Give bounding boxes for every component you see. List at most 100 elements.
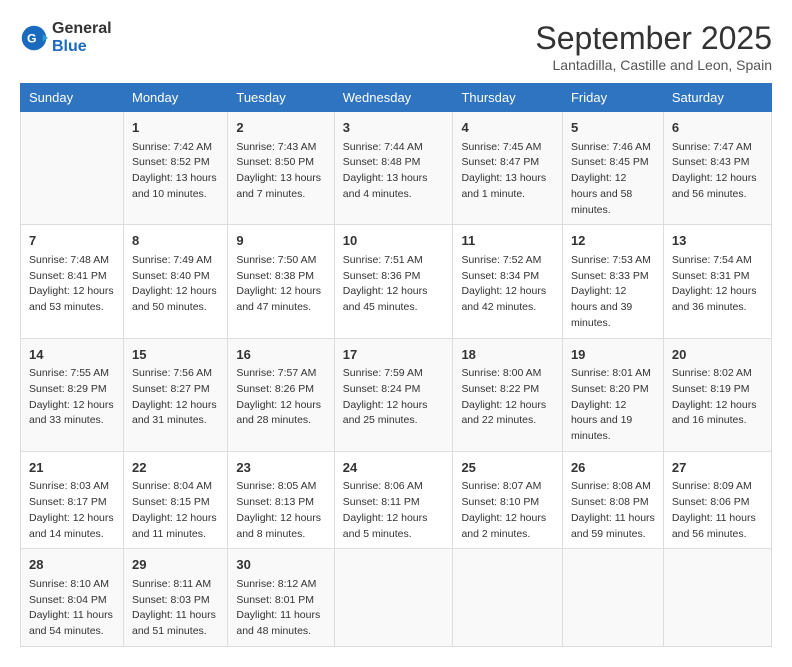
cell-content: Sunrise: 8:03 AMSunset: 8:17 PMDaylight:…	[29, 479, 115, 542]
daylight-text: Daylight: 12 hours and 47 minutes.	[236, 284, 325, 316]
calendar-cell: 9Sunrise: 7:50 AMSunset: 8:38 PMDaylight…	[228, 225, 334, 338]
header-tuesday: Tuesday	[228, 84, 334, 112]
daylight-text: Daylight: 12 hours and 2 minutes.	[461, 511, 554, 543]
sunset-text: Sunset: 8:11 PM	[343, 495, 445, 511]
day-number: 18	[461, 345, 554, 365]
daylight-text: Daylight: 12 hours and 19 minutes.	[571, 398, 655, 445]
calendar-cell: 28Sunrise: 8:10 AMSunset: 8:04 PMDayligh…	[21, 549, 124, 647]
calendar-cell: 4Sunrise: 7:45 AMSunset: 8:47 PMDaylight…	[453, 112, 563, 225]
daylight-text: Daylight: 12 hours and 16 minutes.	[672, 398, 763, 430]
calendar-header-row: SundayMondayTuesdayWednesdayThursdayFrid…	[21, 84, 772, 112]
calendar-cell: 12Sunrise: 7:53 AMSunset: 8:33 PMDayligh…	[562, 225, 663, 338]
day-number: 1	[132, 118, 219, 138]
calendar-cell: 14Sunrise: 7:55 AMSunset: 8:29 PMDayligh…	[21, 338, 124, 451]
daylight-text: Daylight: 12 hours and 53 minutes.	[29, 284, 115, 316]
calendar-cell: 24Sunrise: 8:06 AMSunset: 8:11 PMDayligh…	[334, 451, 453, 549]
day-number: 2	[236, 118, 325, 138]
svg-text:G: G	[27, 31, 37, 45]
day-number: 10	[343, 231, 445, 251]
daylight-text: Daylight: 11 hours and 54 minutes.	[29, 608, 115, 640]
day-number: 25	[461, 458, 554, 478]
cell-content: Sunrise: 7:42 AMSunset: 8:52 PMDaylight:…	[132, 140, 219, 203]
sunset-text: Sunset: 8:17 PM	[29, 495, 115, 511]
calendar-cell: 25Sunrise: 8:07 AMSunset: 8:10 PMDayligh…	[453, 451, 563, 549]
cell-content: Sunrise: 8:00 AMSunset: 8:22 PMDaylight:…	[461, 366, 554, 429]
calendar-cell: 17Sunrise: 7:59 AMSunset: 8:24 PMDayligh…	[334, 338, 453, 451]
day-number: 30	[236, 555, 325, 575]
sunrise-text: Sunrise: 8:03 AM	[29, 479, 115, 495]
calendar-cell: 2Sunrise: 7:43 AMSunset: 8:50 PMDaylight…	[228, 112, 334, 225]
cell-content: Sunrise: 7:53 AMSunset: 8:33 PMDaylight:…	[571, 253, 655, 332]
calendar-cell	[562, 549, 663, 647]
sunrise-text: Sunrise: 7:43 AM	[236, 140, 325, 156]
day-number: 3	[343, 118, 445, 138]
sunrise-text: Sunrise: 8:10 AM	[29, 577, 115, 593]
cell-content: Sunrise: 7:48 AMSunset: 8:41 PMDaylight:…	[29, 253, 115, 316]
sunrise-text: Sunrise: 8:05 AM	[236, 479, 325, 495]
sunrise-text: Sunrise: 8:09 AM	[672, 479, 763, 495]
header-friday: Friday	[562, 84, 663, 112]
cell-content: Sunrise: 7:52 AMSunset: 8:34 PMDaylight:…	[461, 253, 554, 316]
sunset-text: Sunset: 8:01 PM	[236, 593, 325, 609]
calendar-week-row: 28Sunrise: 8:10 AMSunset: 8:04 PMDayligh…	[21, 549, 772, 647]
calendar-week-row: 14Sunrise: 7:55 AMSunset: 8:29 PMDayligh…	[21, 338, 772, 451]
calendar-cell: 21Sunrise: 8:03 AMSunset: 8:17 PMDayligh…	[21, 451, 124, 549]
cell-content: Sunrise: 8:04 AMSunset: 8:15 PMDaylight:…	[132, 479, 219, 542]
header-monday: Monday	[123, 84, 227, 112]
day-number: 22	[132, 458, 219, 478]
calendar-cell: 20Sunrise: 8:02 AMSunset: 8:19 PMDayligh…	[663, 338, 771, 451]
sunset-text: Sunset: 8:15 PM	[132, 495, 219, 511]
sunset-text: Sunset: 8:06 PM	[672, 495, 763, 511]
sunset-text: Sunset: 8:40 PM	[132, 269, 219, 285]
cell-content: Sunrise: 7:51 AMSunset: 8:36 PMDaylight:…	[343, 253, 445, 316]
cell-content: Sunrise: 8:08 AMSunset: 8:08 PMDaylight:…	[571, 479, 655, 542]
sunset-text: Sunset: 8:33 PM	[571, 269, 655, 285]
sunset-text: Sunset: 8:08 PM	[571, 495, 655, 511]
daylight-text: Daylight: 12 hours and 58 minutes.	[571, 171, 655, 218]
logo-icon: G	[20, 24, 48, 52]
sunrise-text: Sunrise: 7:57 AM	[236, 366, 325, 382]
cell-content: Sunrise: 7:47 AMSunset: 8:43 PMDaylight:…	[672, 140, 763, 203]
daylight-text: Daylight: 12 hours and 39 minutes.	[571, 284, 655, 331]
day-number: 9	[236, 231, 325, 251]
cell-content: Sunrise: 7:50 AMSunset: 8:38 PMDaylight:…	[236, 253, 325, 316]
cell-content: Sunrise: 8:07 AMSunset: 8:10 PMDaylight:…	[461, 479, 554, 542]
header-thursday: Thursday	[453, 84, 563, 112]
sunrise-text: Sunrise: 7:59 AM	[343, 366, 445, 382]
month-title: September 2025	[535, 20, 772, 57]
day-number: 16	[236, 345, 325, 365]
day-number: 5	[571, 118, 655, 138]
sunrise-text: Sunrise: 8:04 AM	[132, 479, 219, 495]
cell-content: Sunrise: 7:54 AMSunset: 8:31 PMDaylight:…	[672, 253, 763, 316]
sunset-text: Sunset: 8:27 PM	[132, 382, 219, 398]
calendar-cell: 29Sunrise: 8:11 AMSunset: 8:03 PMDayligh…	[123, 549, 227, 647]
cell-content: Sunrise: 8:12 AMSunset: 8:01 PMDaylight:…	[236, 577, 325, 640]
sunrise-text: Sunrise: 8:02 AM	[672, 366, 763, 382]
header-saturday: Saturday	[663, 84, 771, 112]
cell-content: Sunrise: 7:43 AMSunset: 8:50 PMDaylight:…	[236, 140, 325, 203]
calendar-cell	[663, 549, 771, 647]
calendar-cell: 13Sunrise: 7:54 AMSunset: 8:31 PMDayligh…	[663, 225, 771, 338]
day-number: 11	[461, 231, 554, 251]
calendar-cell: 10Sunrise: 7:51 AMSunset: 8:36 PMDayligh…	[334, 225, 453, 338]
calendar-cell: 3Sunrise: 7:44 AMSunset: 8:48 PMDaylight…	[334, 112, 453, 225]
cell-content: Sunrise: 7:57 AMSunset: 8:26 PMDaylight:…	[236, 366, 325, 429]
day-number: 21	[29, 458, 115, 478]
sunrise-text: Sunrise: 8:00 AM	[461, 366, 554, 382]
day-number: 6	[672, 118, 763, 138]
cell-content: Sunrise: 8:01 AMSunset: 8:20 PMDaylight:…	[571, 366, 655, 445]
cell-content: Sunrise: 7:46 AMSunset: 8:45 PMDaylight:…	[571, 140, 655, 219]
sunset-text: Sunset: 8:24 PM	[343, 382, 445, 398]
sunset-text: Sunset: 8:29 PM	[29, 382, 115, 398]
calendar-cell: 16Sunrise: 7:57 AMSunset: 8:26 PMDayligh…	[228, 338, 334, 451]
daylight-text: Daylight: 11 hours and 48 minutes.	[236, 608, 325, 640]
header-sunday: Sunday	[21, 84, 124, 112]
sunrise-text: Sunrise: 7:45 AM	[461, 140, 554, 156]
day-number: 26	[571, 458, 655, 478]
daylight-text: Daylight: 12 hours and 11 minutes.	[132, 511, 219, 543]
daylight-text: Daylight: 11 hours and 59 minutes.	[571, 511, 655, 543]
daylight-text: Daylight: 12 hours and 28 minutes.	[236, 398, 325, 430]
sunset-text: Sunset: 8:36 PM	[343, 269, 445, 285]
cell-content: Sunrise: 8:02 AMSunset: 8:19 PMDaylight:…	[672, 366, 763, 429]
calendar-cell: 11Sunrise: 7:52 AMSunset: 8:34 PMDayligh…	[453, 225, 563, 338]
